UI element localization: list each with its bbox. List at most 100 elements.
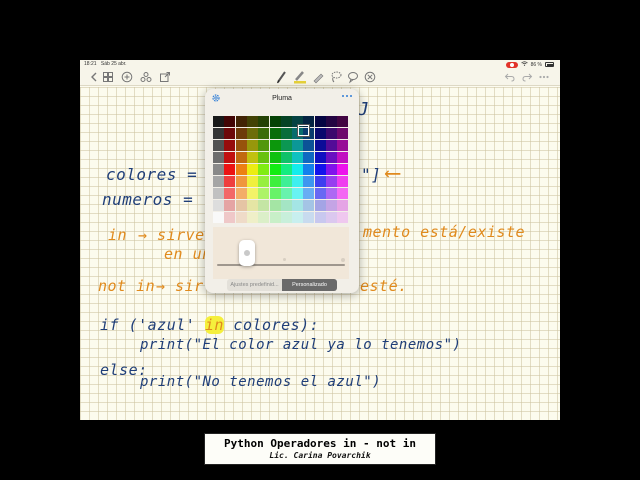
color-swatch[interactable] (337, 140, 349, 151)
color-swatch[interactable] (213, 200, 224, 211)
color-swatch[interactable] (213, 152, 224, 163)
color-swatch[interactable] (269, 212, 281, 223)
color-swatch[interactable] (303, 200, 315, 211)
preset-segmented-control[interactable]: Ajustes predefinid... Personalizado (227, 279, 337, 291)
color-swatch[interactable] (292, 200, 304, 211)
color-swatch[interactable] (213, 128, 224, 139)
redo-icon[interactable] (521, 71, 533, 83)
color-swatch[interactable] (303, 212, 315, 223)
thumbnails-icon[interactable] (102, 71, 114, 83)
color-swatch[interactable] (326, 200, 337, 211)
color-swatch[interactable] (326, 164, 337, 175)
color-swatch[interactable] (280, 212, 292, 223)
color-swatch[interactable] (292, 152, 304, 163)
color-swatch[interactable] (213, 140, 224, 151)
color-swatch[interactable] (213, 164, 224, 175)
color-swatch[interactable] (235, 164, 247, 175)
color-swatch[interactable] (269, 176, 281, 187)
color-swatch[interactable] (326, 140, 337, 151)
color-swatch[interactable] (224, 164, 236, 175)
color-swatch[interactable] (235, 128, 247, 139)
color-swatch[interactable] (314, 212, 326, 223)
color-swatch[interactable] (326, 212, 337, 223)
color-swatch[interactable] (280, 188, 292, 199)
color-swatch[interactable] (224, 116, 236, 127)
color-swatch[interactable] (303, 140, 315, 151)
color-swatch[interactable] (326, 176, 337, 187)
color-swatch[interactable] (258, 116, 270, 127)
color-swatch[interactable] (314, 176, 326, 187)
color-swatch[interactable] (258, 200, 270, 211)
color-swatch[interactable] (224, 128, 236, 139)
color-swatch[interactable] (314, 128, 326, 139)
color-swatch[interactable] (235, 116, 247, 127)
close-icon[interactable] (364, 70, 376, 84)
color-swatch[interactable] (258, 152, 270, 163)
color-swatch[interactable] (246, 200, 258, 211)
color-swatch[interactable] (280, 116, 292, 127)
color-swatch[interactable] (246, 164, 258, 175)
color-swatch[interactable] (292, 212, 304, 223)
color-swatch[interactable] (269, 164, 281, 175)
color-swatch[interactable] (213, 176, 224, 187)
color-swatch[interactable] (246, 116, 258, 127)
segment-custom[interactable]: Personalizado (282, 279, 337, 291)
color-swatch[interactable] (337, 212, 349, 223)
export-icon[interactable] (159, 71, 171, 83)
color-swatch[interactable] (246, 152, 258, 163)
color-swatch[interactable] (213, 188, 224, 199)
color-swatch[interactable] (235, 140, 247, 151)
highlighter-icon[interactable] (294, 70, 306, 84)
color-swatch[interactable] (224, 200, 236, 211)
color-swatch[interactable] (224, 188, 236, 199)
color-swatch[interactable] (326, 188, 337, 199)
color-swatch[interactable] (246, 212, 258, 223)
color-swatch[interactable] (258, 212, 270, 223)
color-swatch[interactable] (337, 188, 349, 199)
add-page-icon[interactable] (121, 71, 133, 83)
color-swatch[interactable] (303, 176, 315, 187)
back-icon[interactable] (88, 71, 100, 83)
color-swatch[interactable] (314, 116, 326, 127)
color-swatch[interactable] (224, 212, 236, 223)
color-swatch[interactable] (280, 152, 292, 163)
color-swatch[interactable] (314, 152, 326, 163)
color-swatch[interactable] (258, 176, 270, 187)
color-swatch[interactable] (280, 140, 292, 151)
color-swatch[interactable] (258, 164, 270, 175)
color-swatch[interactable] (246, 188, 258, 199)
color-swatch[interactable] (235, 200, 247, 211)
color-swatch[interactable] (224, 152, 236, 163)
color-swatch[interactable] (337, 164, 349, 175)
color-swatch[interactable] (337, 116, 349, 127)
color-swatch[interactable] (337, 128, 349, 139)
segment-presets[interactable]: Ajustes predefinid... (227, 279, 282, 291)
color-swatch[interactable] (303, 188, 315, 199)
color-swatch[interactable] (213, 116, 224, 127)
color-swatch[interactable] (235, 212, 247, 223)
stroke-size-slider[interactable] (217, 264, 345, 266)
color-swatch[interactable] (292, 140, 304, 151)
color-swatch[interactable] (326, 128, 337, 139)
color-swatch[interactable] (292, 176, 304, 187)
color-swatch[interactable] (269, 140, 281, 151)
color-swatch[interactable] (303, 152, 315, 163)
color-swatch[interactable] (224, 176, 236, 187)
color-swatch[interactable] (269, 188, 281, 199)
lasso-icon[interactable] (330, 70, 342, 84)
color-swatch[interactable] (326, 116, 337, 127)
color-swatch[interactable] (246, 140, 258, 151)
color-swatch[interactable] (269, 116, 281, 127)
color-swatch[interactable] (269, 200, 281, 211)
color-swatch[interactable] (269, 128, 281, 139)
color-palette[interactable] (213, 116, 349, 224)
slider-handle[interactable] (239, 240, 255, 266)
color-swatch[interactable] (213, 212, 224, 223)
color-swatch[interactable] (246, 176, 258, 187)
color-swatch[interactable] (224, 140, 236, 151)
more-options-icon[interactable] (341, 92, 353, 102)
color-swatch[interactable] (280, 176, 292, 187)
color-swatch[interactable] (337, 176, 349, 187)
color-swatch[interactable] (337, 200, 349, 211)
pen-icon[interactable] (276, 70, 288, 84)
